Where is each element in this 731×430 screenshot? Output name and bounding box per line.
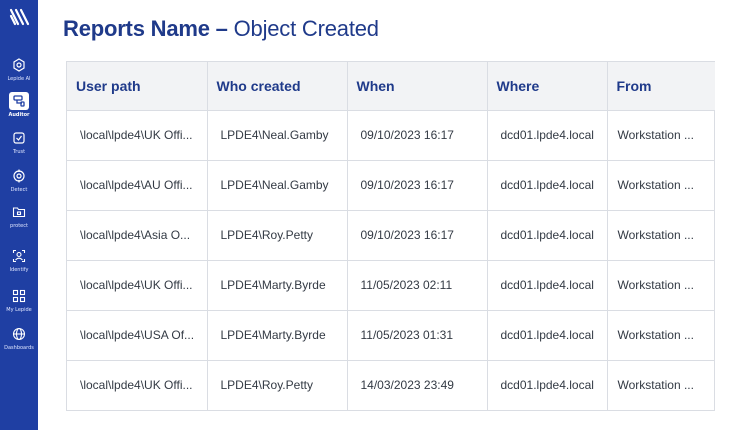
cell-who-created: LPDE4\Marty.Byrde xyxy=(207,310,348,361)
cell-who-created: LPDE4\Roy.Petty xyxy=(207,360,348,410)
cell-from: Workstation ... xyxy=(617,378,694,393)
sidebar-item-dashboards[interactable]: Dashboards xyxy=(0,327,38,361)
column-header-from[interactable]: From xyxy=(607,62,715,111)
sidebar-item-detect[interactable]: Detect xyxy=(0,169,38,203)
column-header-who-created[interactable]: Who created xyxy=(207,62,348,111)
cell-user-path: \local\lpde4\AU Offi... xyxy=(67,160,208,211)
cell-where: dcd01.lpde4.local xyxy=(487,310,608,361)
cell-when: 14/03/2023 23:49 xyxy=(347,360,488,410)
auditor-icon xyxy=(13,95,25,107)
user-scan-icon xyxy=(12,249,26,263)
cell-user-path: \local\lpde4\USA Of... xyxy=(67,310,208,361)
cell-who-created: LPDE4\Neal.Gamby xyxy=(207,110,348,161)
globe-icon xyxy=(12,327,26,341)
cell-when: 11/05/2023 01:31 xyxy=(347,310,488,361)
table-row[interactable]: \local\lpde4\UK Offi... LPDE4\Neal.Gamby… xyxy=(67,110,715,161)
column-header-where[interactable]: Where xyxy=(487,62,608,111)
cell-where: dcd01.lpde4.local xyxy=(487,160,608,211)
cell-when: 09/10/2023 16:17 xyxy=(347,210,488,261)
cell-from: Workstation ... xyxy=(607,310,715,361)
cell-who-created: LPDE4\Marty.Byrde xyxy=(207,260,348,311)
table-row[interactable]: \local\lpde4\Asia O... LPDE4\Roy.Petty 0… xyxy=(67,210,715,261)
sidebar: Lepide AI Auditor Trust Detect protect I… xyxy=(0,0,38,430)
sidebar-item-identify[interactable]: Identify xyxy=(0,249,38,283)
sidebar-item-label: My Lepide xyxy=(6,307,32,313)
sidebar-item-label: Dashboards xyxy=(4,345,34,351)
cell-from: Workstation ... xyxy=(607,210,715,261)
cell-where: dcd01.lpde4.local xyxy=(487,360,608,410)
report-type: Object Created xyxy=(233,16,379,41)
cell-user-path: \local\lpde4\Asia O... xyxy=(67,210,208,261)
sidebar-item-label: Identify xyxy=(9,267,29,273)
sidebar-item-label: Auditor xyxy=(8,112,30,118)
page-title: Reports Name – Object Created xyxy=(63,16,379,42)
sidebar-item-lepide-ai[interactable]: Lepide AI xyxy=(0,58,38,92)
table-header-row: User path Who created When Where From xyxy=(67,62,715,111)
folder-lock-icon xyxy=(12,207,26,218)
sidebar-item-label: protect xyxy=(10,223,28,229)
report-table: User path Who created When Where From \l… xyxy=(66,61,715,411)
active-indicator xyxy=(9,92,29,110)
sidebar-item-label: Trust xyxy=(12,149,26,155)
shield-check-icon xyxy=(13,132,25,144)
cell-when: 11/05/2023 02:11 xyxy=(347,260,488,311)
table-row[interactable]: \local\lpde4\USA Of... LPDE4\Marty.Byrde… xyxy=(67,310,715,361)
cell-user-path: \local\lpde4\UK Offi... xyxy=(67,110,208,161)
sidebar-item-trust[interactable]: Trust xyxy=(0,131,38,165)
column-header-user-path[interactable]: User path xyxy=(67,62,208,111)
cell-where: dcd01.lpde4.local xyxy=(487,260,608,311)
cell-where: dcd01.lpde4.local xyxy=(487,210,608,261)
table-row[interactable]: \local\lpde4\UK Offi... LPDE4\Marty.Byrd… xyxy=(67,260,715,311)
column-header-when[interactable]: When xyxy=(347,62,488,111)
cell-when: 09/10/2023 16:17 xyxy=(347,160,488,211)
sidebar-item-auditor[interactable]: Auditor xyxy=(0,92,38,126)
cell-from: Workstation ... xyxy=(607,160,715,211)
sidebar-item-label: Detect xyxy=(10,187,28,193)
ai-icon xyxy=(13,58,25,72)
table-row[interactable]: \local\lpde4\AU Offi... LPDE4\Neal.Gamby… xyxy=(67,160,715,211)
lepide-logo-icon[interactable] xyxy=(8,6,30,28)
cell-user-path: \local\lpde4\UK Offi... xyxy=(67,260,208,311)
cell-where: dcd01.lpde4.local xyxy=(487,110,608,161)
grid-icon xyxy=(12,289,26,303)
cell-from: Workstation ... xyxy=(607,260,715,311)
sidebar-item-label: Lepide AI xyxy=(7,76,31,82)
title-separator: – xyxy=(209,16,234,41)
target-icon xyxy=(13,169,25,183)
cell-user-path: \local\lpde4\UK Offi... xyxy=(67,360,208,410)
cell-when: 09/10/2023 16:17 xyxy=(347,110,488,161)
cell-who-created: LPDE4\Roy.Petty xyxy=(207,210,348,261)
sidebar-item-protect[interactable]: protect xyxy=(0,205,38,239)
table-row[interactable]: \local\lpde4\UK Offi... LPDE4\Roy.Petty … xyxy=(67,360,715,410)
report-name: Reports Name xyxy=(63,16,210,41)
cell-from: Workstation ... xyxy=(607,110,715,161)
sidebar-item-my-lepide[interactable]: My Lepide xyxy=(0,289,38,323)
cell-who-created: LPDE4\Neal.Gamby xyxy=(207,160,348,211)
